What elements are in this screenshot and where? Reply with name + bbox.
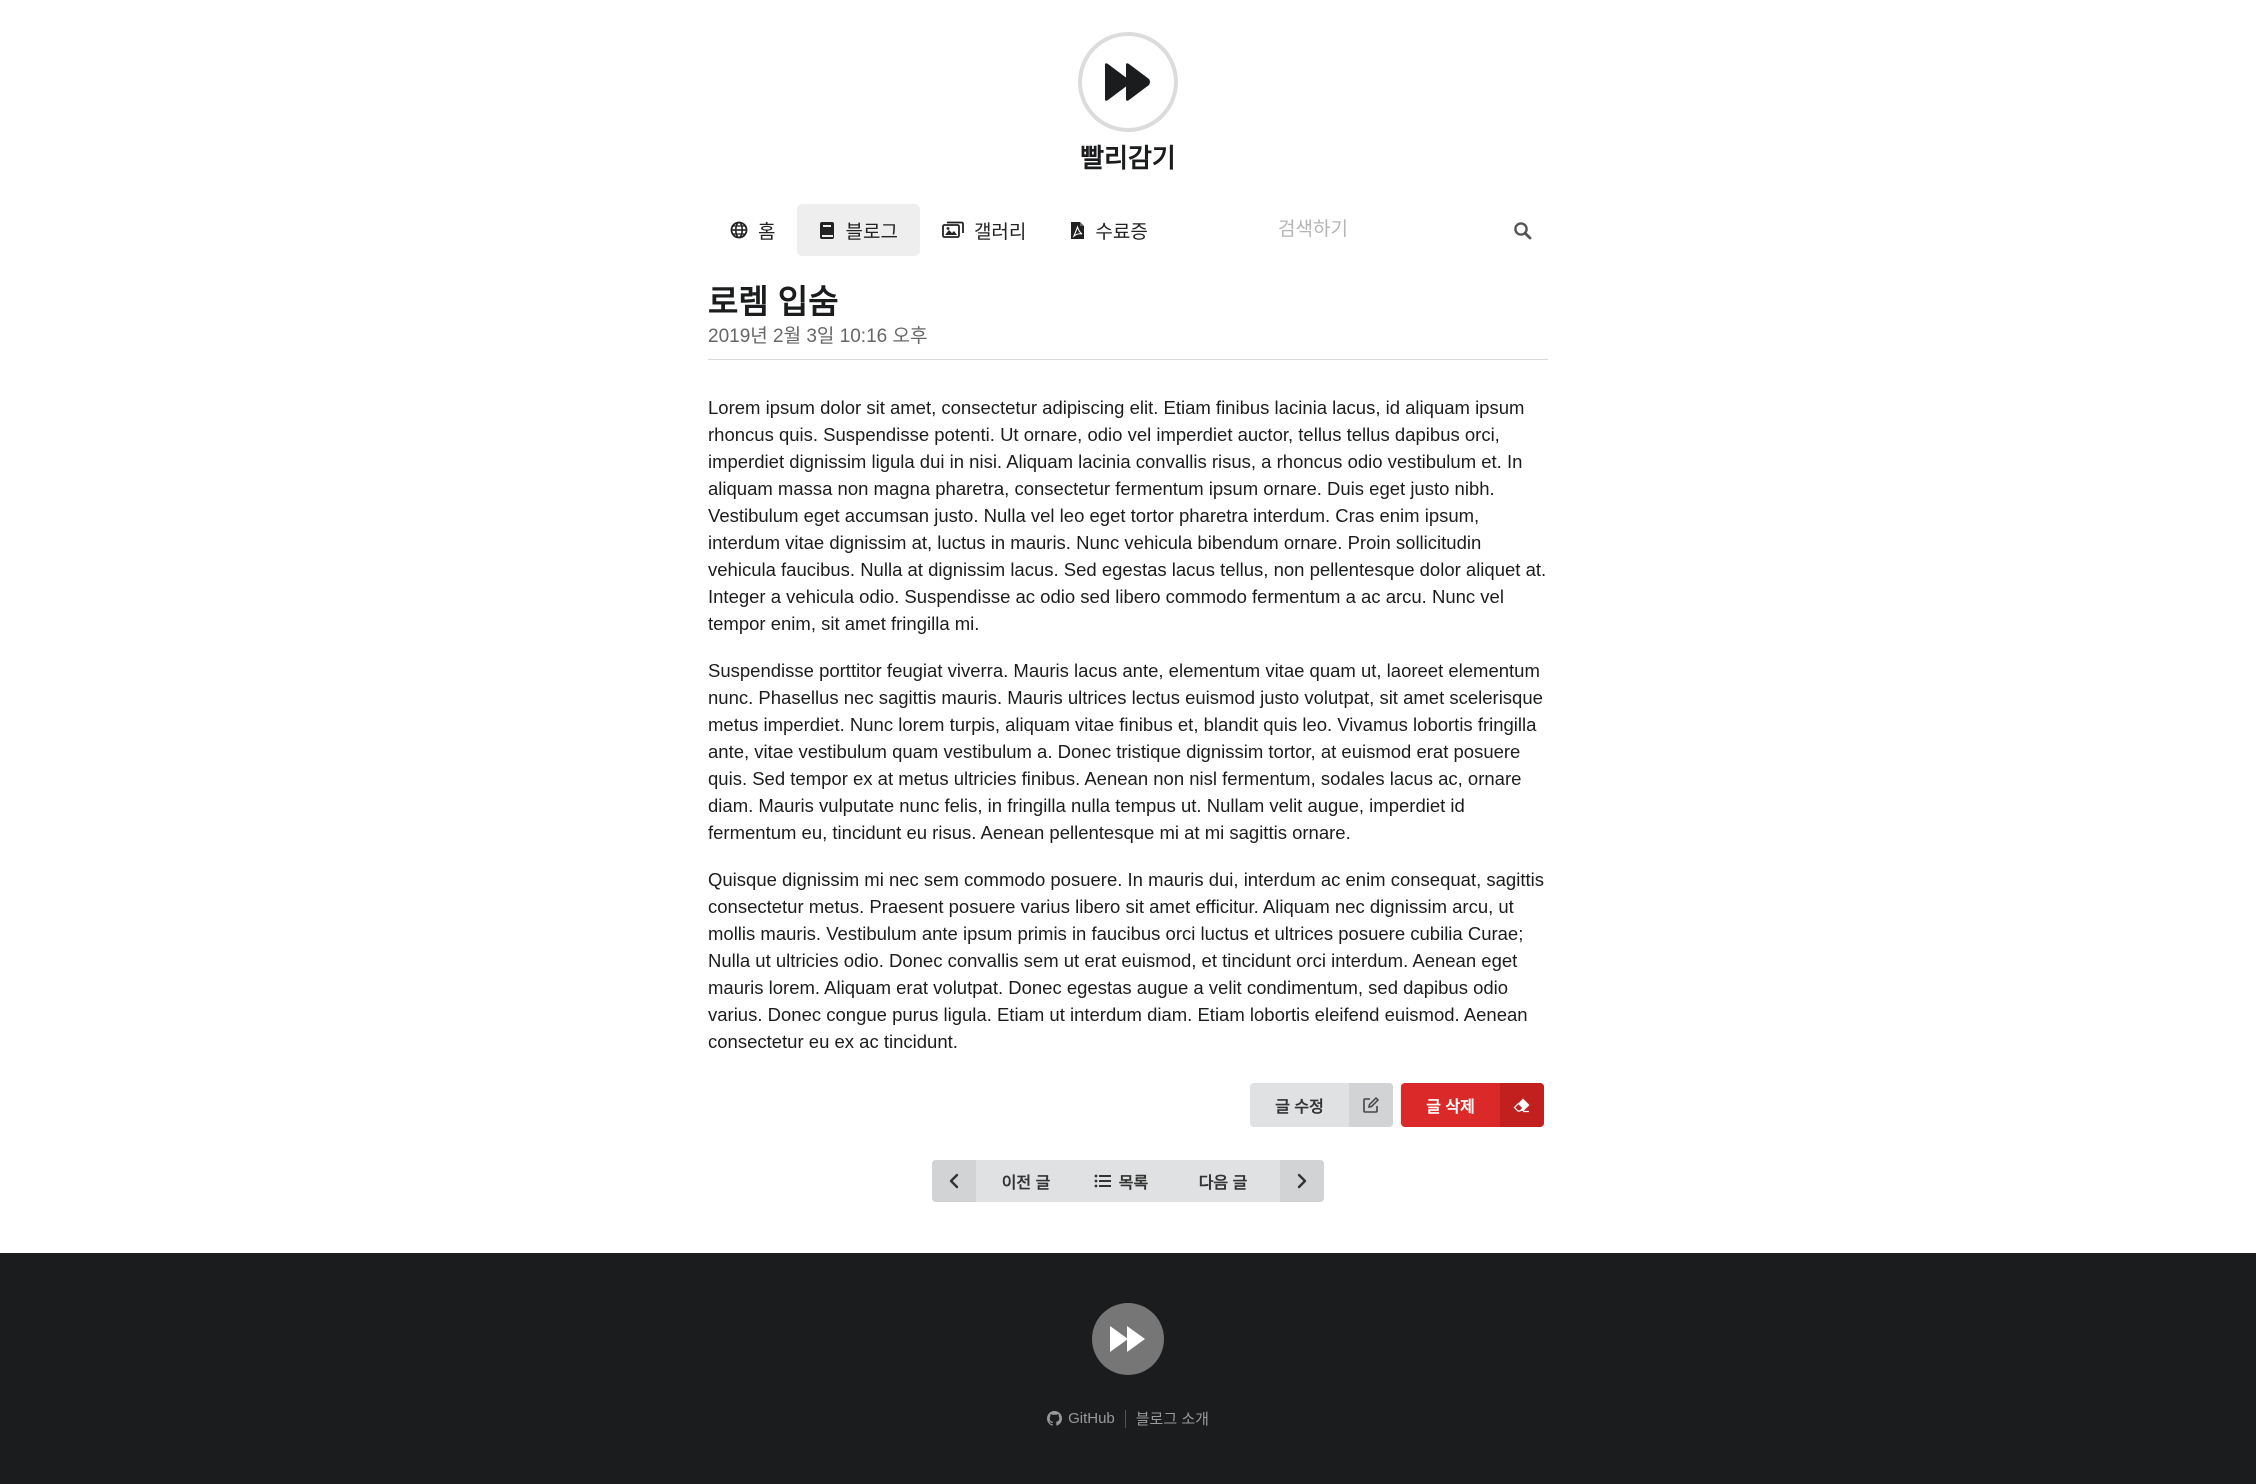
post-date: 2019년 2월 3일 10:16 오후 — [708, 326, 928, 347]
post-body: Lorem ipsum dolor sit amet, consectetur … — [708, 394, 1548, 1055]
post-list-button[interactable]: 목록 — [1076, 1160, 1166, 1202]
search-icon[interactable] — [1513, 221, 1532, 240]
site-footer: GitHub 블로그 소개 — [0, 1253, 2256, 1484]
edit-post-button[interactable]: 글 수정 — [1250, 1083, 1393, 1127]
footer-links: GitHub 블로그 소개 — [0, 1408, 2256, 1429]
post-article: 로렘 입숨 2019년 2월 3일 10:16 오후 Lorem ipsum d… — [708, 280, 1548, 1075]
search-input[interactable] — [1253, 219, 1483, 241]
post-paragraph: Lorem ipsum dolor sit amet, consectetur … — [708, 397, 1547, 634]
prev-post-button[interactable]: 이전 글 — [976, 1160, 1076, 1202]
delete-post-label: 글 삭제 — [1426, 1099, 1475, 1116]
about-link-label: 블로그 소개 — [1135, 1411, 1209, 1428]
main-nav: 홈 블로그 갤러리 수료증 — [708, 204, 1548, 256]
delete-post-button[interactable]: 글 삭제 — [1401, 1083, 1544, 1127]
prev-post-label: 이전 글 — [1001, 1175, 1051, 1192]
edit-icon — [1363, 1096, 1380, 1113]
github-link[interactable]: GitHub — [1037, 1410, 1125, 1427]
post-title: 로렘 입숨 — [708, 283, 839, 320]
edit-icon-wrap — [1349, 1083, 1393, 1127]
nav-item-label: 갤러리 — [973, 221, 1027, 243]
chevron-right-icon — [1297, 1173, 1307, 1189]
nav-item-label: 수료증 — [1095, 221, 1148, 243]
post-paragraph: Suspendisse porttitor feugiat viverra. M… — [708, 660, 1543, 843]
chevron-left-icon — [949, 1173, 959, 1189]
prev-arrow-button[interactable] — [932, 1160, 976, 1202]
eraser-icon-wrap — [1500, 1083, 1544, 1127]
list-icon — [1094, 1174, 1111, 1188]
globe-icon — [730, 221, 748, 239]
divider — [708, 359, 1548, 360]
post-paragraph: Quisque dignissim mi nec sem commodo pos… — [708, 869, 1544, 1052]
nav-item-home[interactable]: 홈 — [708, 204, 797, 256]
nav-item-gallery[interactable]: 갤러리 — [920, 204, 1048, 256]
footer-logo[interactable] — [1092, 1303, 1164, 1375]
nav-item-label: 블로그 — [845, 221, 898, 243]
search-box — [1253, 204, 1548, 256]
images-icon — [942, 221, 964, 238]
site-title[interactable]: 빨리감기 — [0, 138, 2256, 175]
next-post-button[interactable]: 다음 글 — [1166, 1160, 1280, 1202]
book-icon — [820, 221, 835, 239]
github-icon — [1047, 1411, 1063, 1426]
nav-item-label: 홈 — [758, 221, 776, 243]
post-pager: 이전 글 목록 다음 글 — [932, 1160, 1324, 1202]
fast-forward-icon — [1105, 63, 1150, 101]
post-list-label: 목록 — [1118, 1175, 1149, 1192]
fast-forward-icon — [1110, 1326, 1145, 1352]
nav-item-blog[interactable]: 블로그 — [797, 204, 920, 256]
pdf-file-icon — [1071, 221, 1085, 239]
next-post-label: 다음 글 — [1198, 1175, 1248, 1192]
edit-post-label: 글 수정 — [1275, 1099, 1324, 1116]
github-link-label: GitHub — [1068, 1410, 1115, 1427]
about-link[interactable]: 블로그 소개 — [1126, 1408, 1219, 1429]
next-arrow-button[interactable] — [1280, 1160, 1324, 1202]
eraser-icon — [1513, 1098, 1530, 1113]
nav-item-certificates[interactable]: 수료증 — [1048, 204, 1169, 256]
site-logo[interactable] — [1078, 32, 1178, 132]
